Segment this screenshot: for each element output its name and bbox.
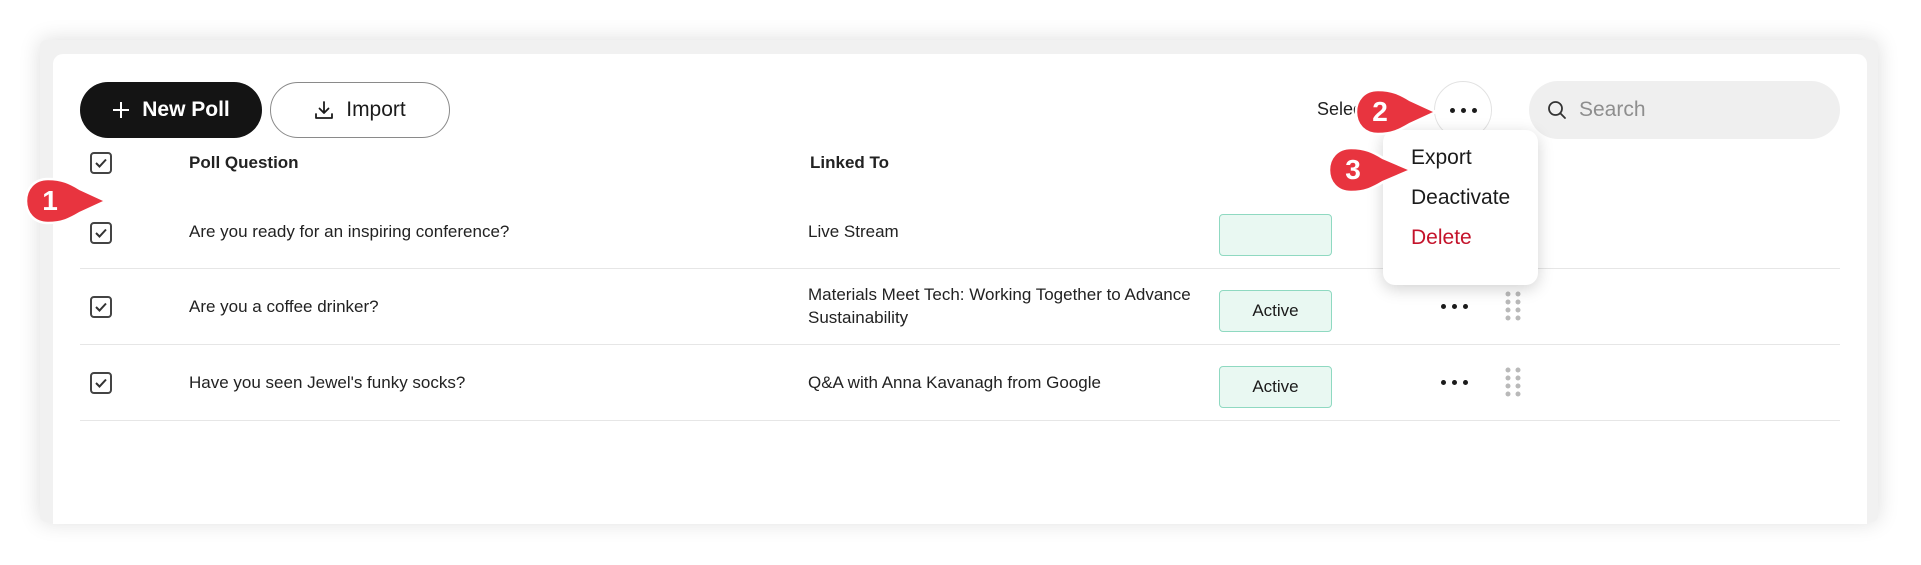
step-callout-2: 2 — [1354, 88, 1439, 136]
drag-handle-icon[interactable] — [1503, 366, 1523, 398]
download-icon — [315, 101, 334, 119]
poll-question: Are you ready for an inspiring conferenc… — [189, 222, 510, 241]
row-actions-button[interactable] — [1434, 296, 1474, 316]
linked-to-line2: Sustainability — [808, 308, 909, 327]
import-label: Import — [346, 98, 406, 121]
step-callout-1: 1 — [24, 177, 109, 225]
import-button[interactable]: Import — [270, 82, 450, 138]
row-divider — [80, 420, 1840, 421]
drag-handle-icon[interactable] — [1503, 290, 1523, 322]
column-header-linked-to[interactable]: Linked To — [810, 153, 889, 173]
search-icon — [1548, 101, 1566, 119]
checkbox-checked-icon — [95, 302, 107, 312]
status-badge: Active — [1219, 366, 1332, 408]
more-horizontal-icon — [1440, 379, 1446, 385]
callout-number: 3 — [1345, 154, 1361, 185]
checkbox-checked-icon — [95, 158, 107, 168]
select-all-checkbox[interactable] — [90, 152, 112, 174]
search-input[interactable] — [1577, 97, 1811, 123]
status-badge — [1219, 214, 1332, 256]
row-divider — [80, 268, 1840, 269]
checkbox-checked-icon — [95, 228, 107, 238]
row-actions-button[interactable] — [1434, 372, 1474, 392]
row-checkbox[interactable] — [90, 372, 112, 394]
polls-panel: New Poll Import Selec Poll Question Link… — [53, 54, 1867, 524]
callout-number: 2 — [1372, 96, 1388, 127]
row-checkbox[interactable] — [90, 296, 112, 318]
new-poll-label: New Poll — [142, 98, 230, 121]
callout-number: 1 — [42, 185, 58, 216]
plus-icon — [113, 102, 130, 118]
linked-to: Live Stream — [808, 222, 899, 241]
search-field[interactable] — [1529, 81, 1840, 139]
menu-item-export[interactable]: Export — [1411, 146, 1472, 170]
more-horizontal-icon — [1440, 303, 1446, 309]
status-badge: Active — [1219, 290, 1332, 332]
more-horizontal-icon — [1449, 107, 1455, 113]
linked-to: Q&A with Anna Kavanagh from Google — [808, 373, 1101, 392]
poll-question: Are you a coffee drinker? — [189, 297, 379, 316]
poll-question: Have you seen Jewel's funky socks? — [189, 373, 466, 392]
new-poll-button[interactable]: New Poll — [80, 82, 262, 138]
row-divider — [80, 344, 1840, 345]
step-callout-3: 3 — [1327, 146, 1415, 194]
menu-item-delete[interactable]: Delete — [1411, 226, 1472, 250]
column-header-poll-question[interactable]: Poll Question — [189, 153, 299, 173]
menu-item-deactivate[interactable]: Deactivate — [1411, 186, 1510, 210]
checkbox-checked-icon — [95, 378, 107, 388]
